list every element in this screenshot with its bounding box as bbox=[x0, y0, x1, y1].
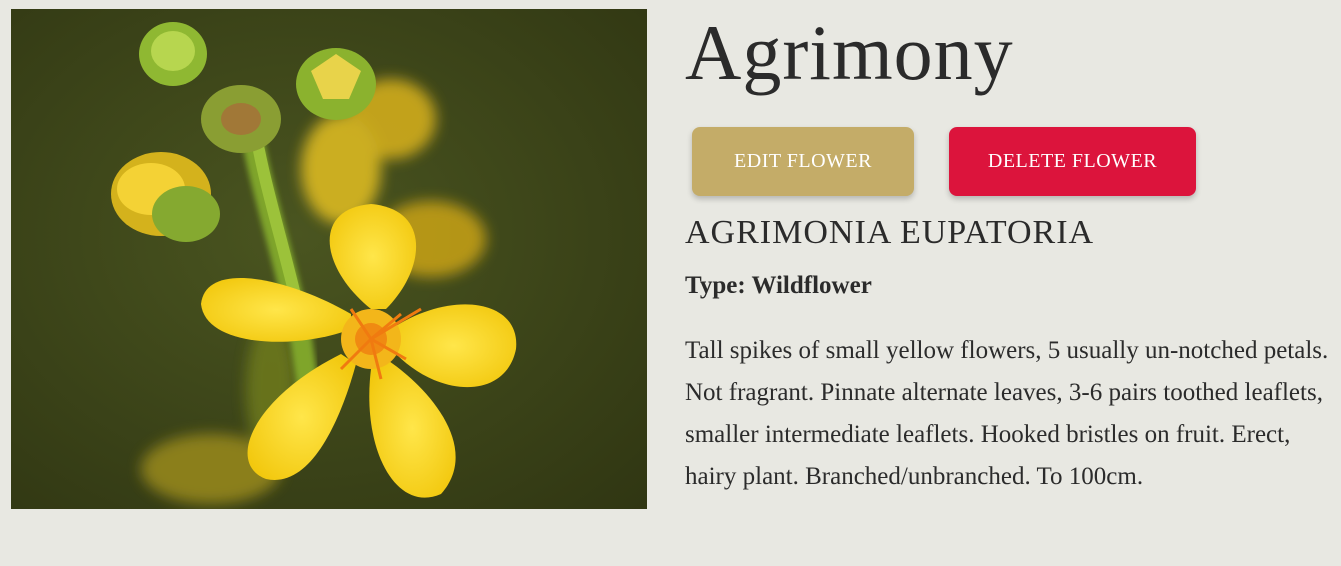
flower-photo bbox=[11, 9, 647, 509]
delete-flower-button[interactable]: DELETE FLOWER bbox=[949, 127, 1196, 196]
edit-flower-button[interactable]: EDIT FLOWER bbox=[692, 127, 914, 196]
flower-name: Agrimony bbox=[685, 9, 1014, 96]
scientific-name: AGRIMONIA EUPATORIA bbox=[685, 214, 1095, 251]
flower-image bbox=[11, 9, 647, 509]
flower-description: Tall spikes of small yellow flowers, 5 u… bbox=[685, 337, 1329, 490]
flower-type: Type: Wildflower bbox=[685, 272, 872, 299]
flower-detail-page: Agrimony EDIT FLOWER DELETE FLOWER AGRIM… bbox=[0, 0, 1341, 566]
